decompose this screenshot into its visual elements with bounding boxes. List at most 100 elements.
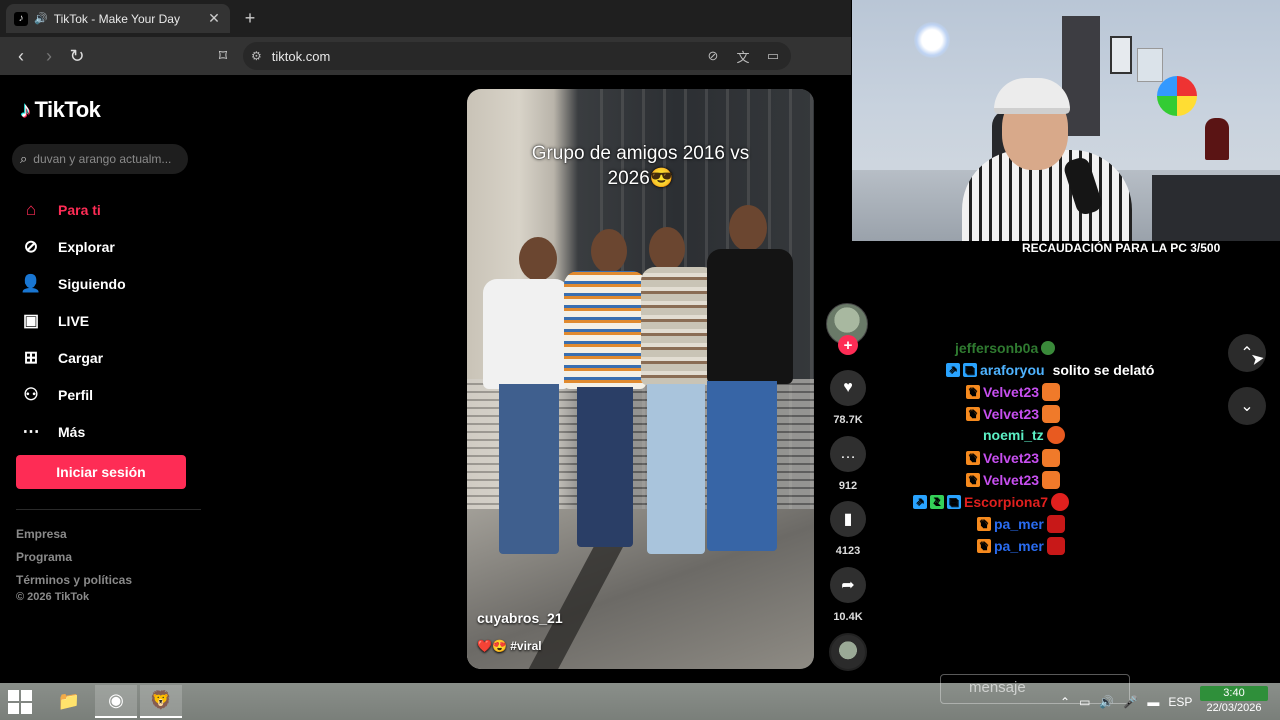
site-settings-icon[interactable]: ⚙: [251, 49, 262, 63]
chat-message: ♛ Velvet23: [966, 470, 1061, 490]
chat-username: pa_mer: [994, 538, 1044, 554]
chat-username: jeffersonb0a: [955, 340, 1039, 356]
chat-emote: [1042, 383, 1061, 401]
kid-jeans: [647, 384, 705, 554]
menu-item-para-ti[interactable]: ⌂ Para ti: [20, 191, 126, 228]
share-action[interactable]: ➦ 10.4K: [828, 567, 868, 623]
menu-item-siguiendo[interactable]: 👤 Siguiendo: [20, 265, 126, 302]
video-actions: + ♥ 78.7K … 912 ▮ 4123 ➦ 10.4K: [826, 303, 870, 671]
battery-icon[interactable]: ▬: [1147, 695, 1159, 709]
camera-off-icon[interactable]: ⊘: [703, 48, 723, 64]
menu-item-explorar[interactable]: ⊘ Explorar: [20, 228, 126, 265]
chat-message: ♛ pa_mer: [977, 514, 1065, 534]
comment-icon[interactable]: …: [830, 436, 866, 472]
comment-action[interactable]: … 912: [828, 436, 868, 492]
browser-tab[interactable]: ♪ 🔊 TikTok - Make Your Day ✕: [6, 4, 230, 33]
webcam-ceiling-light: [914, 22, 950, 58]
cast-icon[interactable]: ▭: [763, 48, 783, 64]
menu-label: Perfil: [58, 386, 94, 403]
menu-item-mas[interactable]: ⋯ Más: [20, 413, 126, 450]
tiktok-sidebar: ♪ TikTok ⌕ duvan y arango actualm... ⌂ P…: [0, 75, 210, 683]
audio-playing-icon[interactable]: 🔊: [34, 12, 48, 25]
chat-emote: [1046, 515, 1065, 533]
webcam-poster: [1137, 48, 1163, 82]
video-caption-line: Grupo de amigos 2016 vs: [531, 143, 750, 164]
footer-link-terminos[interactable]: Términos y políticas: [16, 569, 132, 592]
save-action[interactable]: ▮ 4123: [828, 501, 868, 557]
menu-item-cargar[interactable]: ⊞ Cargar: [20, 339, 126, 376]
music-disc[interactable]: [829, 633, 867, 671]
heart-icon[interactable]: ♥: [830, 370, 866, 406]
tiktok-logo[interactable]: ♪ TikTok: [20, 97, 101, 123]
follow-button[interactable]: +: [838, 335, 858, 355]
menu-label: Siguiendo: [58, 275, 126, 292]
network-icon[interactable]: ▭: [1079, 695, 1090, 709]
copyright: © 2026 TikTok: [16, 591, 90, 603]
bookmark-icon[interactable]: ⌑: [211, 46, 235, 66]
menu-item-live[interactable]: ▣ LIVE: [20, 302, 126, 339]
menu-label: LIVE: [58, 312, 90, 329]
video-username[interactable]: cuyabros_21: [477, 610, 563, 626]
search-input[interactable]: ⌕ duvan y arango actualm...: [12, 144, 188, 174]
chat-emote: [1051, 493, 1070, 511]
webcam-picture-frame: [1110, 36, 1132, 74]
chat-emote: [1042, 405, 1061, 423]
tray-overflow-icon[interactable]: ⌃: [1060, 695, 1070, 709]
crown-badge-icon: ♛: [977, 539, 991, 553]
save-count: 4123: [835, 545, 861, 557]
main-menu: ⌂ Para ti ⊘ Explorar 👤 Siguiendo ▣ LIVE …: [20, 191, 126, 450]
taskbar-clock[interactable]: 3:40 22/03/2026: [1200, 686, 1268, 716]
close-tab-icon[interactable]: ✕: [206, 10, 222, 27]
chat-username: pa_mer: [994, 516, 1044, 532]
profile-icon: ⚇: [23, 384, 39, 404]
volume-icon[interactable]: 🔊: [1099, 695, 1114, 709]
chat-message: ♛ Velvet23: [966, 382, 1061, 402]
menu-item-perfil[interactable]: ⚇ Perfil: [20, 376, 126, 413]
obs-app-icon[interactable]: ◉: [95, 685, 137, 718]
chat-username: Escorpiona7: [964, 494, 1049, 510]
subscriber-badge-icon: ↗: [913, 495, 927, 509]
more-icon: ⋯: [22, 421, 40, 441]
address-bar[interactable]: ⚙ tiktok.com ⊘ 文 ▭: [243, 42, 791, 70]
chat-emote: [1042, 449, 1061, 467]
translate-icon[interactable]: 文: [733, 47, 753, 66]
file-explorer-icon[interactable]: 📁: [48, 685, 90, 718]
tiktok-favicon-icon: ♪: [14, 11, 28, 26]
chat-message: ↗ ▤ araforyou solito se delató: [946, 360, 1155, 380]
forward-button[interactable]: ›: [35, 42, 63, 70]
next-video-button[interactable]: ⌄: [1228, 387, 1266, 425]
language-indicator[interactable]: ESP: [1168, 695, 1192, 709]
microphone-icon[interactable]: 🎤: [1123, 695, 1138, 709]
webcam-color-wheel: [1157, 76, 1197, 116]
brand-name: TikTok: [34, 97, 101, 122]
mod-badge-icon: ▤: [963, 363, 977, 377]
footer-link-empresa[interactable]: Empresa: [16, 523, 132, 546]
menu-label: Explorar: [58, 238, 115, 255]
clock-time: 3:40: [1200, 686, 1268, 701]
following-icon: 👤: [20, 273, 42, 293]
like-action[interactable]: ♥ 78.7K: [828, 370, 868, 426]
chat-username: Velvet23: [983, 406, 1040, 422]
chat-message: ↗ Z ▤ Escorpiona7: [913, 492, 1070, 512]
chat-message: ♛ Velvet23: [966, 448, 1061, 468]
reload-button[interactable]: ↻: [63, 42, 91, 70]
chat-message: jeffersonb0a: [955, 338, 1056, 358]
compass-icon: ⊘: [23, 236, 39, 256]
back-button[interactable]: ‹: [7, 42, 35, 70]
login-button[interactable]: Iniciar sesión: [16, 455, 186, 489]
chat-username: noemi_tz: [983, 427, 1044, 443]
bookmark-icon[interactable]: ▮: [830, 501, 866, 537]
video-hashtags[interactable]: ❤️😍 #viral: [477, 639, 542, 653]
webcam-overlay: [852, 0, 1280, 241]
video-player[interactable]: Grupo de amigos 2016 vs 2026😎 cuyabros_2…: [467, 89, 814, 669]
share-icon[interactable]: ➦: [830, 567, 866, 603]
live-tv-icon: ▣: [22, 310, 40, 330]
chat-username: Velvet23: [983, 384, 1040, 400]
new-tab-button[interactable]: +: [240, 8, 260, 29]
kid-head: [591, 229, 627, 273]
footer-link-programa[interactable]: Programa: [16, 546, 132, 569]
menu-label: Cargar: [58, 349, 104, 366]
windows-start-icon[interactable]: [8, 690, 32, 714]
brave-browser-icon[interactable]: 🦁: [140, 685, 182, 718]
upload-icon: ⊞: [23, 347, 39, 367]
